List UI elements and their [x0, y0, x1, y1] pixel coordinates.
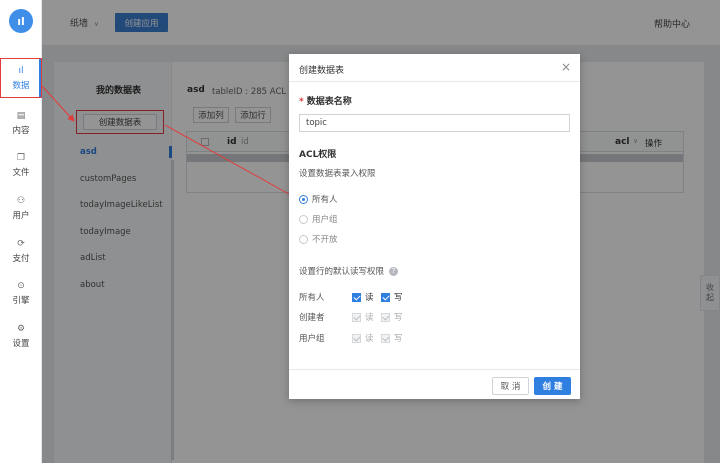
write-label: 写: [394, 334, 403, 344]
rail-item-label: 用户: [12, 210, 30, 221]
app-logo[interactable]: ıl: [9, 9, 33, 33]
radio-label: 用户组: [312, 215, 338, 225]
rail-item-label: 数据: [12, 80, 30, 91]
radio-button[interactable]: [299, 214, 308, 224]
radio-closed[interactable]: 不开放: [299, 233, 338, 245]
rail-item-label: 内容: [12, 125, 30, 136]
help-icon[interactable]: ?: [389, 266, 399, 276]
checkbox-disabled: [381, 333, 390, 343]
perm-row-label: 用户组: [299, 334, 325, 344]
radio-everyone[interactable]: 所有人: [299, 193, 338, 205]
bar-chart-icon: ıl: [18, 65, 24, 76]
row-permission-title-text: 设置行的默认读写权限: [299, 267, 385, 277]
active-indicator: [39, 59, 41, 97]
rail-item-label: 设置: [12, 338, 30, 349]
rail-item-settings[interactable]: ⚙ 设置: [0, 316, 42, 356]
dialog-title: 创建数据表: [299, 66, 345, 76]
user-icon: ⚇: [16, 195, 26, 206]
table-name-label-text: 数据表名称: [306, 97, 352, 107]
gear-icon: ⚙: [16, 323, 26, 334]
usergroup-write-checkbox: 写: [381, 332, 403, 344]
payment-icon: ⟳: [17, 238, 25, 249]
checkbox-checked[interactable]: [352, 292, 361, 302]
rail-item-files[interactable]: ❐ 文件: [0, 145, 42, 185]
rail-item-users[interactable]: ⚇ 用户: [0, 188, 42, 228]
folder-icon: ❐: [16, 152, 26, 163]
rail-item-data[interactable]: ıl 数据: [0, 58, 42, 98]
rail-item-label: 支付: [12, 253, 30, 264]
creator-read-checkbox: 读: [352, 311, 374, 323]
cancel-button[interactable]: 取 消: [492, 377, 529, 395]
left-rail: ıl ıl 数据 ▤ 内容 ❐ 文件 ⚇ 用户 ⟳ 支付 ⊙ 引擎 ⚙ 设置: [0, 0, 42, 463]
read-label: 读: [365, 293, 374, 303]
radio-label: 不开放: [312, 235, 338, 245]
rail-item-engine[interactable]: ⊙ 引擎: [0, 273, 42, 313]
row-permission-title: 设置行的默认读写权限 ?: [299, 265, 399, 277]
logo-icon: ıl: [17, 14, 25, 28]
dialog-footer: 取 消 创 建: [289, 369, 580, 399]
create-table-dialog: 创建数据表 × *数据表名称 ACL权限 设置数据表录入权限 所有人 用户组 不…: [289, 54, 580, 399]
read-label: 读: [365, 334, 374, 344]
everyone-write-checkbox[interactable]: 写: [381, 291, 403, 303]
engine-icon: ⊙: [17, 280, 25, 291]
dialog-header: 创建数据表 ×: [289, 54, 580, 82]
everyone-read-checkbox[interactable]: 读: [352, 291, 374, 303]
usergroup-read-checkbox: 读: [352, 332, 374, 344]
radio-button[interactable]: [299, 234, 308, 244]
create-button[interactable]: 创 建: [534, 377, 571, 395]
checkbox-checked[interactable]: [381, 292, 390, 302]
rail-item-payment[interactable]: ⟳ 支付: [0, 231, 42, 271]
acl-subtitle: 设置数据表录入权限: [299, 169, 376, 179]
document-icon: ▤: [16, 110, 26, 121]
read-label: 读: [365, 313, 374, 323]
table-name-input[interactable]: [299, 114, 570, 132]
radio-button-selected[interactable]: [299, 194, 308, 204]
checkbox-disabled: [381, 312, 390, 322]
perm-row-label: 所有人: [299, 293, 325, 303]
perm-row-label: 创建者: [299, 313, 325, 323]
checkbox-disabled: [352, 333, 361, 343]
radio-usergroup[interactable]: 用户组: [299, 213, 338, 225]
radio-label: 所有人: [312, 195, 338, 205]
required-mark: *: [299, 97, 304, 107]
rail-item-content[interactable]: ▤ 内容: [0, 103, 42, 143]
write-label: 写: [394, 313, 403, 323]
acl-title: ACL权限: [299, 150, 337, 160]
creator-write-checkbox: 写: [381, 311, 403, 323]
table-name-label: * 数据表名称: [299, 94, 352, 107]
checkbox-disabled: [352, 312, 361, 322]
write-label: 写: [394, 293, 403, 303]
close-icon[interactable]: ×: [561, 60, 571, 74]
rail-item-label: 引擎: [12, 295, 30, 306]
rail-item-label: 文件: [12, 167, 30, 178]
